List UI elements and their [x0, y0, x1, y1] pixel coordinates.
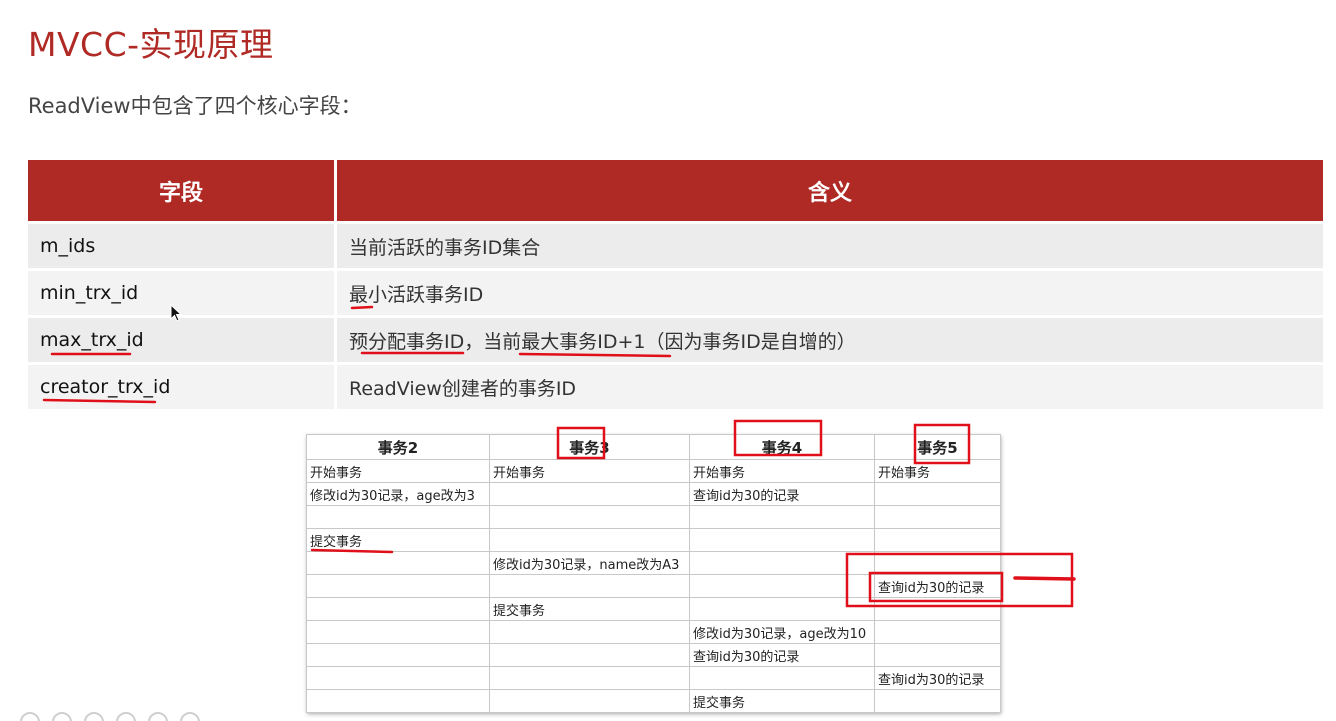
field-meaning: 最小活跃事务ID — [337, 268, 1323, 315]
tx-cell — [306, 666, 490, 690]
tx-cell — [874, 505, 1001, 529]
table-row: max_trx_id 预分配事务ID，当前最大事务ID+1（因为事务ID是自增的… — [28, 315, 1323, 362]
header-meaning: 含义 — [337, 160, 1323, 221]
tx-header: 事务5 — [874, 434, 1001, 460]
tx-cell — [874, 689, 1001, 713]
tx-cell: 修改id为30记录，name改为A3 — [489, 551, 690, 575]
tx-cell: 查询id为30的记录 — [874, 574, 1001, 598]
tx-cell — [306, 551, 490, 575]
tx-cell — [689, 505, 875, 529]
tx-cell: 查询id为30的记录 — [689, 643, 875, 667]
tx-cell — [874, 643, 1001, 667]
tx-row: 修改id为30记录，name改为A3 — [306, 551, 1001, 575]
tx-cell — [489, 528, 690, 552]
tx-cell — [874, 551, 1001, 575]
field-meaning: 预分配事务ID，当前最大事务ID+1（因为事务ID是自增的） — [337, 315, 1323, 362]
tx-cell — [874, 482, 1001, 506]
tx-cell — [306, 574, 490, 598]
tx-cell — [874, 620, 1001, 644]
tx-row: 提交事务 — [306, 689, 1001, 713]
tx-cell — [306, 597, 490, 621]
tx-cell — [874, 597, 1001, 621]
tx-row: 提交事务 — [306, 528, 1001, 552]
tx-cell: 查询id为30的记录 — [874, 666, 1001, 690]
tx-cell: 开始事务 — [489, 459, 690, 483]
tx-cell: 修改id为30记录，age改为10 — [689, 620, 875, 644]
field-name: creator_trx_id — [28, 362, 337, 409]
table-row: creator_trx_id ReadView创建者的事务ID — [28, 362, 1323, 409]
slide-progress-dots — [20, 712, 200, 721]
tx-row: 查询id为30的记录 — [306, 574, 1001, 598]
tx-cell — [689, 551, 875, 575]
mouse-pointer-icon — [170, 304, 183, 322]
tx-cell: 查询id为30的记录 — [689, 482, 875, 506]
slide-title: MVCC-实现原理 — [28, 25, 274, 64]
header-field: 字段 — [28, 160, 337, 221]
tx-cell: 提交事务 — [306, 528, 490, 552]
tx-cell — [874, 528, 1001, 552]
tx-cell — [689, 597, 875, 621]
tx-cell — [489, 482, 690, 506]
tx-cell — [306, 620, 490, 644]
tx-row — [306, 505, 1001, 529]
tx-cell — [306, 505, 490, 529]
tx-cell — [306, 689, 490, 713]
tx-row: 修改id为30记录，age改为3 查询id为30的记录 — [306, 482, 1001, 506]
tx-header: 事务2 — [306, 434, 490, 460]
tx-row: 开始事务 开始事务 开始事务 开始事务 — [306, 459, 1001, 483]
tx-row: 提交事务 — [306, 597, 1001, 621]
tx-row: 查询id为30的记录 — [306, 643, 1001, 667]
annotation-line — [1013, 576, 1076, 581]
table-row: m_ids 当前活跃的事务ID集合 — [28, 221, 1323, 268]
tx-cell: 提交事务 — [689, 689, 875, 713]
tx-row: 查询id为30的记录 — [306, 666, 1001, 690]
field-meaning: 当前活跃的事务ID集合 — [337, 221, 1323, 268]
tx-cell — [689, 528, 875, 552]
tx-cell — [489, 689, 690, 713]
tx-cell: 提交事务 — [489, 597, 690, 621]
tx-cell — [689, 666, 875, 690]
tx-header: 事务4 — [689, 434, 875, 460]
transaction-timeline-image: 事务2 事务3 事务4 事务5 开始事务 开始事务 开始事务 开始事务 修改id为30记… — [306, 434, 1001, 713]
tx-cell: 开始事务 — [874, 459, 1001, 483]
tx-cell — [489, 574, 690, 598]
tx-cell: 修改id为30记录，age改为3 — [306, 482, 490, 506]
tx-cell: 开始事务 — [306, 459, 490, 483]
field-meaning: ReadView创建者的事务ID — [337, 362, 1323, 409]
field-name: m_ids — [28, 221, 337, 268]
tx-cell — [489, 643, 690, 667]
tx-cell: 开始事务 — [689, 459, 875, 483]
slide-subtitle: ReadView中包含了四个核心字段： — [28, 94, 362, 118]
tx-cell — [689, 574, 875, 598]
tx-cell — [489, 505, 690, 529]
table-row: min_trx_id 最小活跃事务ID — [28, 268, 1323, 315]
tx-header: 事务3 — [489, 434, 690, 460]
tx-cell — [306, 643, 490, 667]
tx-cell — [489, 666, 690, 690]
tx-row: 修改id为30记录，age改为10 — [306, 620, 1001, 644]
tx-cell — [489, 620, 690, 644]
readview-fields-table: 字段 含义 m_ids 当前活跃的事务ID集合 min_trx_id 最小活跃事… — [28, 160, 1323, 409]
transaction-table: 事务2 事务3 事务4 事务5 开始事务 开始事务 开始事务 开始事务 修改id为30记… — [306, 434, 1001, 713]
